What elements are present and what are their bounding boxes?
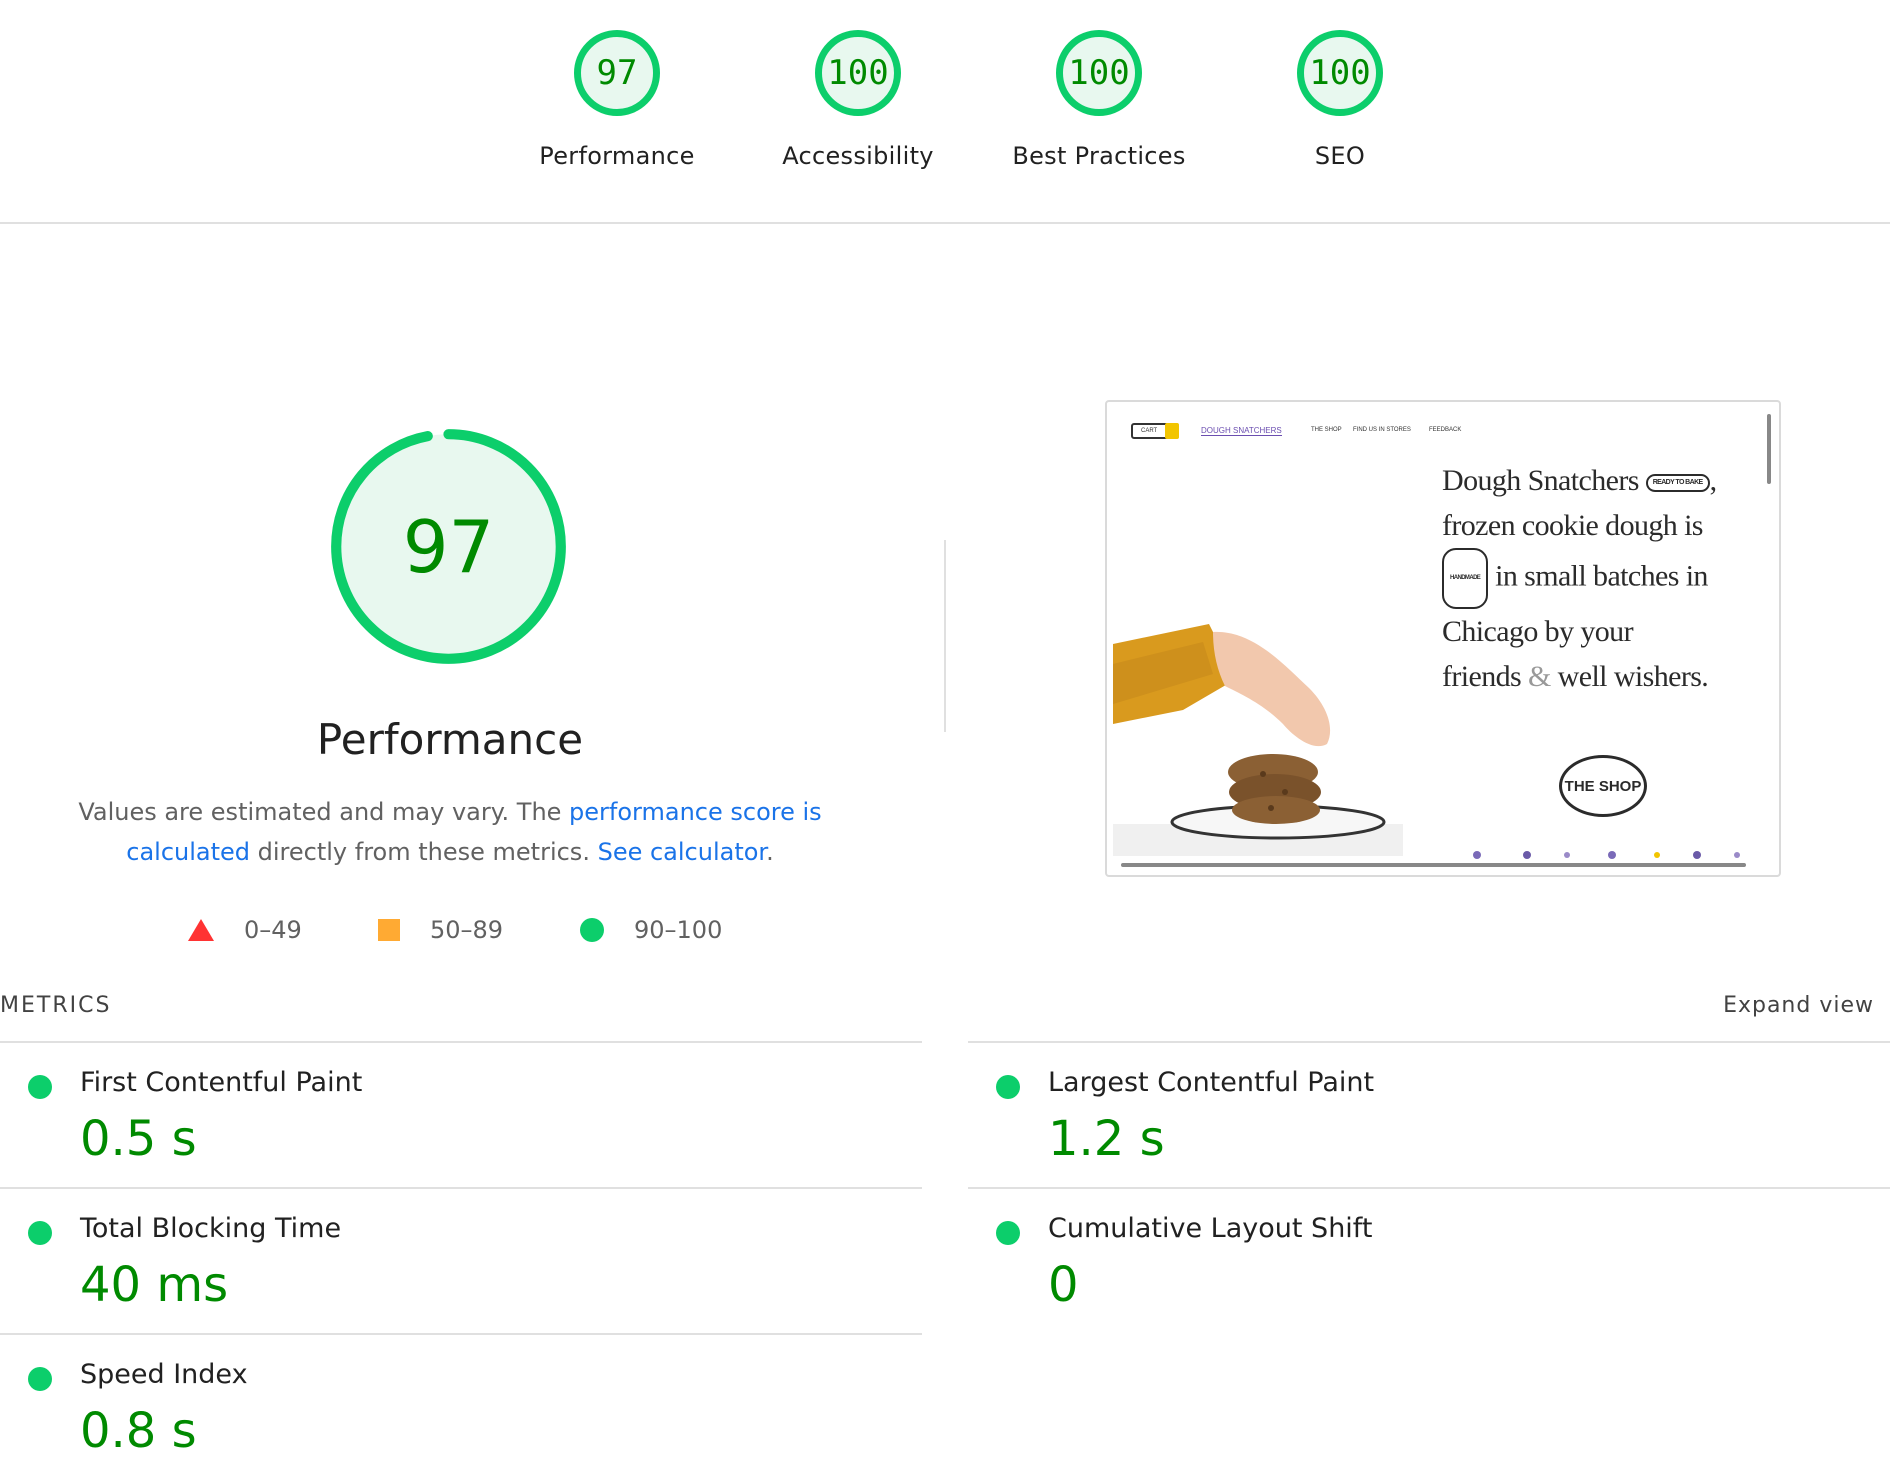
gauge-label: Best Practices	[1012, 142, 1186, 170]
pass-circle-icon	[996, 1075, 1020, 1099]
gauge-accessibility[interactable]: 100 Accessibility	[738, 30, 978, 170]
legend-label: 50–89	[430, 916, 504, 944]
pass-circle-icon	[28, 1367, 52, 1391]
nav-feedback: FEEDBACK	[1429, 427, 1462, 433]
headline-line: friends & well wishers.	[1442, 660, 1709, 693]
final-screenshot[interactable]: CART DOUGH SNATCHERS THE SHOP FIND US IN…	[1105, 400, 1781, 877]
the-shop-button: THE SHOP	[1559, 755, 1647, 817]
gauge-performance[interactable]: 97 Performance	[497, 30, 737, 170]
performance-score: 97	[402, 504, 495, 589]
brand-link: DOUGH SNATCHERS	[1201, 426, 1282, 436]
circle-icon	[580, 918, 604, 942]
headline-line: HANDMADE in small batches in	[1442, 548, 1772, 609]
see-calculator-link[interactable]: See calculator	[598, 838, 767, 866]
pass-circle-icon	[28, 1221, 52, 1245]
seo-score-ring: 100	[1297, 30, 1383, 116]
gauge-label: Accessibility	[782, 142, 934, 170]
gauge-label: Performance	[539, 142, 695, 170]
handmade-badge: HANDMADE	[1442, 548, 1489, 609]
performance-title: Performance	[316, 715, 584, 764]
metric-title: First Contentful Paint	[80, 1067, 363, 1098]
legend-pass: 90–100	[580, 916, 722, 944]
metric-total-blocking-time: Total Blocking Time 40 ms	[0, 1187, 922, 1335]
square-icon	[378, 919, 400, 941]
metric-first-contentful-paint: First Contentful Paint 0.5 s	[0, 1041, 922, 1189]
metric-value: 0.8 s	[80, 1403, 197, 1459]
vertical-divider	[944, 540, 946, 732]
headline-line: Dough Snatchers READY TO BAKE,	[1442, 464, 1717, 497]
metric-title: Speed Index	[80, 1359, 248, 1390]
metric-title: Cumulative Layout Shift	[1048, 1213, 1373, 1244]
nav-find-us: FIND US IN STORES	[1353, 427, 1411, 433]
metric-value: 1.2 s	[1048, 1111, 1165, 1167]
hero-headline: Dough Snatchers READY TO BAKE, frozen co…	[1442, 458, 1772, 699]
triangle-icon	[188, 919, 214, 941]
header-divider	[0, 222, 1890, 224]
metric-value: 0.5 s	[80, 1111, 197, 1167]
expand-view-button[interactable]: Expand view	[1723, 993, 1874, 1018]
ampersand-icon: &	[1528, 660, 1551, 693]
metric-value: 40 ms	[80, 1257, 229, 1313]
gauge-seo[interactable]: 100 SEO	[1220, 30, 1460, 170]
performance-score-ring: 97	[574, 30, 660, 116]
legend-average: 50–89	[378, 916, 503, 944]
pass-circle-icon	[28, 1075, 52, 1099]
performance-description: Values are estimated and may vary. The p…	[60, 792, 840, 872]
cart-indicator	[1165, 423, 1179, 439]
gauge-best-practices[interactable]: 100 Best Practices	[979, 30, 1219, 170]
legend-label: 0–49	[244, 916, 302, 944]
pass-circle-icon	[996, 1221, 1020, 1245]
metric-title: Total Blocking Time	[80, 1213, 342, 1244]
description-text: directly from these metrics.	[250, 838, 598, 866]
decorative-flowers	[1473, 851, 1740, 859]
best-practices-score-ring: 100	[1056, 30, 1142, 116]
horizontal-scrollbar	[1121, 863, 1746, 867]
legend-fail: 0–49	[188, 916, 302, 944]
headline-line: Chicago by your	[1442, 615, 1634, 648]
cart-label: CART	[1141, 428, 1158, 434]
accessibility-score-ring: 100	[815, 30, 901, 116]
gauge-label: SEO	[1314, 142, 1366, 170]
ready-to-bake-badge: READY TO BAKE	[1645, 474, 1710, 493]
metric-title: Largest Contentful Paint	[1048, 1067, 1375, 1098]
metric-largest-contentful-paint: Largest Contentful Paint 1.2 s	[968, 1041, 1890, 1189]
legend-label: 90–100	[634, 916, 723, 944]
metric-speed-index: Speed Index 0.8 s	[0, 1333, 922, 1481]
nav-the-shop: THE SHOP	[1311, 427, 1342, 433]
metrics-header: METRICS	[0, 993, 112, 1018]
cookie-hero-image	[1113, 624, 1403, 856]
metric-cumulative-layout-shift: Cumulative Layout Shift 0	[968, 1187, 1890, 1335]
metric-value: 0	[1048, 1257, 1079, 1313]
cart-button: CART	[1131, 423, 1179, 439]
description-text: .	[766, 838, 774, 866]
vertical-scrollbar	[1767, 414, 1771, 484]
headline-line: frozen cookie dough is	[1442, 509, 1703, 542]
description-text: Values are estimated and may vary. The	[78, 798, 570, 826]
